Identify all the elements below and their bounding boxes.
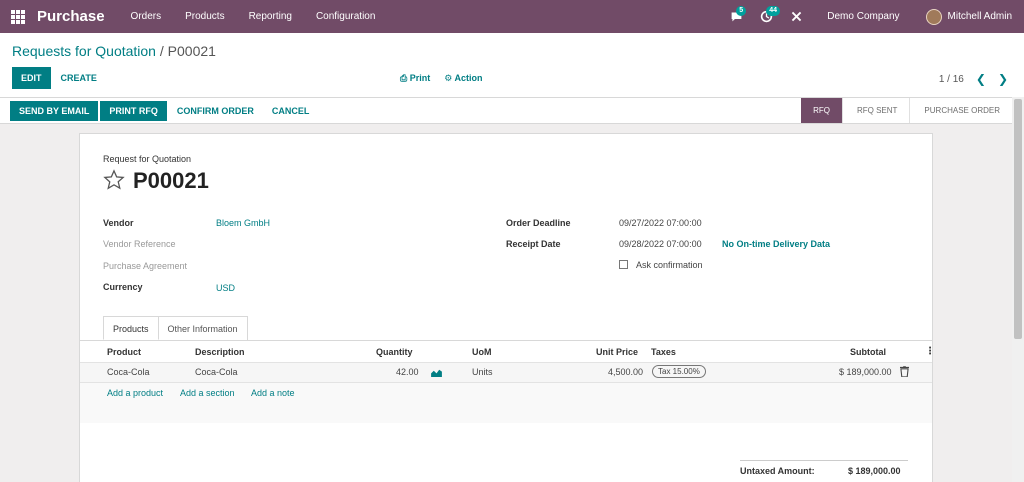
confirm-order-button[interactable]: CONFIRM ORDER [169,101,262,121]
activity-badge: 44 [766,6,781,16]
column-uom[interactable]: UoM [472,347,492,357]
stage-rfq-sent[interactable]: RFQ SENT [841,98,909,123]
receipt-date-field[interactable]: 09/28/2022 07:00:00 [619,239,702,249]
print-dropdown[interactable]: ⎙ Print [400,73,430,84]
app-name[interactable]: Purchase [37,8,105,25]
order-deadline-label: Order Deadline [506,218,571,228]
breadcrumb-separator: / [159,43,164,59]
vendor-label: Vendor [103,218,134,228]
tools-icon[interactable] [781,0,811,33]
stage-pipeline: RFQ RFQ SENT PURCHASE ORDER [801,98,1012,123]
column-taxes[interactable]: Taxes [651,347,676,357]
currency-label: Currency [103,282,143,292]
column-options-icon[interactable]: ⋮ [925,346,935,357]
row-product[interactable]: Coca-Cola [107,367,150,377]
vertical-scrollbar[interactable] [1012,97,1024,482]
send-by-email-button[interactable]: SEND BY EMAIL [10,101,99,121]
column-unit-price[interactable]: Unit Price [596,347,638,357]
row-subtotal: $ 189,000.00 [839,367,892,377]
breadcrumb-parent[interactable]: Requests for Quotation [12,43,156,59]
tab-other-information[interactable]: Other Information [158,316,248,340]
chat-icon[interactable]: 5 [721,0,751,33]
document-type-label: Request for Quotation [103,154,192,164]
chevron-right-icon[interactable]: ❯ [998,72,1008,86]
print-icon: ⎙ [400,73,408,83]
edit-button[interactable]: EDIT [12,67,51,89]
print-rfq-button[interactable]: PRINT RFQ [100,101,167,121]
page-title: P00021 [103,168,209,194]
apps-grid-icon[interactable] [11,9,25,24]
menu-orders[interactable]: Orders [119,11,174,22]
column-subtotal[interactable]: Subtotal [850,347,886,357]
ask-confirmation-label: Ask confirmation [636,260,703,270]
add-section-link[interactable]: Add a section [180,388,235,398]
row-description[interactable]: Coca-Cola [195,367,238,377]
stage-rfq[interactable]: RFQ [801,98,842,123]
activity-clock-icon[interactable]: 44 [751,0,781,33]
document-number: P00021 [133,168,209,193]
tab-divider [80,340,932,341]
currency-field[interactable]: USD [216,283,235,293]
receipt-date-label: Receipt Date [506,239,561,249]
vendor-field[interactable]: Bloem GmbH [216,218,270,228]
untaxed-amount-value: $ 189,000.00 [848,466,901,476]
row-uom[interactable]: Units [472,367,493,377]
column-product[interactable]: Product [107,347,141,357]
totals-divider [740,460,908,461]
ontime-delivery-link[interactable]: No On-time Delivery Data [722,239,830,249]
area-chart-icon[interactable] [431,368,442,379]
add-product-link[interactable]: Add a product [107,388,163,398]
trash-icon[interactable] [900,365,909,379]
status-bar: SEND BY EMAIL PRINT RFQ CONFIRM ORDER CA… [0,97,1012,124]
row-unit-price[interactable]: 4,500.00 [608,367,643,377]
control-panel: Requests for Quotation / P00021 EDIT CRE… [0,33,1024,97]
company-switcher[interactable]: Demo Company [827,11,899,22]
menu-products[interactable]: Products [173,11,236,22]
notebook-tabs: Products Other Information [103,316,248,340]
top-navbar: Purchase Orders Products Reporting Confi… [0,0,1024,33]
pager-value[interactable]: 1 / 16 [939,74,964,85]
add-note-link[interactable]: Add a note [251,388,295,398]
untaxed-amount-label: Untaxed Amount: [740,466,815,476]
tab-products[interactable]: Products [103,316,159,340]
star-outline-icon[interactable] [103,168,125,194]
create-button[interactable]: CREATE [53,67,105,89]
pager: 1 / 16 ❮ ❯ [939,72,1008,86]
chat-badge: 5 [736,6,747,16]
menu-configuration[interactable]: Configuration [304,11,387,22]
ask-confirmation-checkbox[interactable] [619,260,628,269]
cancel-button[interactable]: CANCEL [264,101,318,121]
tax-tag[interactable]: Tax 15.00% [652,365,706,378]
action-dropdown[interactable]: ⚙ Action [444,73,482,84]
user-menu[interactable]: Mitchell Admin [948,11,1012,22]
chevron-left-icon[interactable]: ❮ [976,72,986,86]
avatar[interactable] [925,8,942,25]
purchase-agreement-label: Purchase Agreement [103,261,188,271]
vendor-reference-label: Vendor Reference [103,239,176,249]
action-label: Action [454,73,483,83]
vendor-reference-field[interactable] [216,236,366,250]
print-label: Print [409,73,431,83]
column-quantity[interactable]: Quantity [376,347,413,357]
column-description[interactable]: Description [195,347,245,357]
gear-icon: ⚙ [444,73,453,83]
breadcrumb-current: P00021 [167,43,216,59]
stage-purchase-order[interactable]: PURCHASE ORDER [909,98,1012,123]
scrollbar-thumb[interactable] [1014,99,1022,339]
row-quantity[interactable]: 42.00 [396,367,419,377]
purchase-agreement-field[interactable] [216,258,366,272]
menu-reporting[interactable]: Reporting [237,11,304,22]
form-sheet: Request for Quotation P00021 Vendor Bloe… [79,133,935,482]
breadcrumb: Requests for Quotation / P00021 [12,43,216,59]
order-deadline-field[interactable]: 09/27/2022 07:00:00 [619,218,702,228]
